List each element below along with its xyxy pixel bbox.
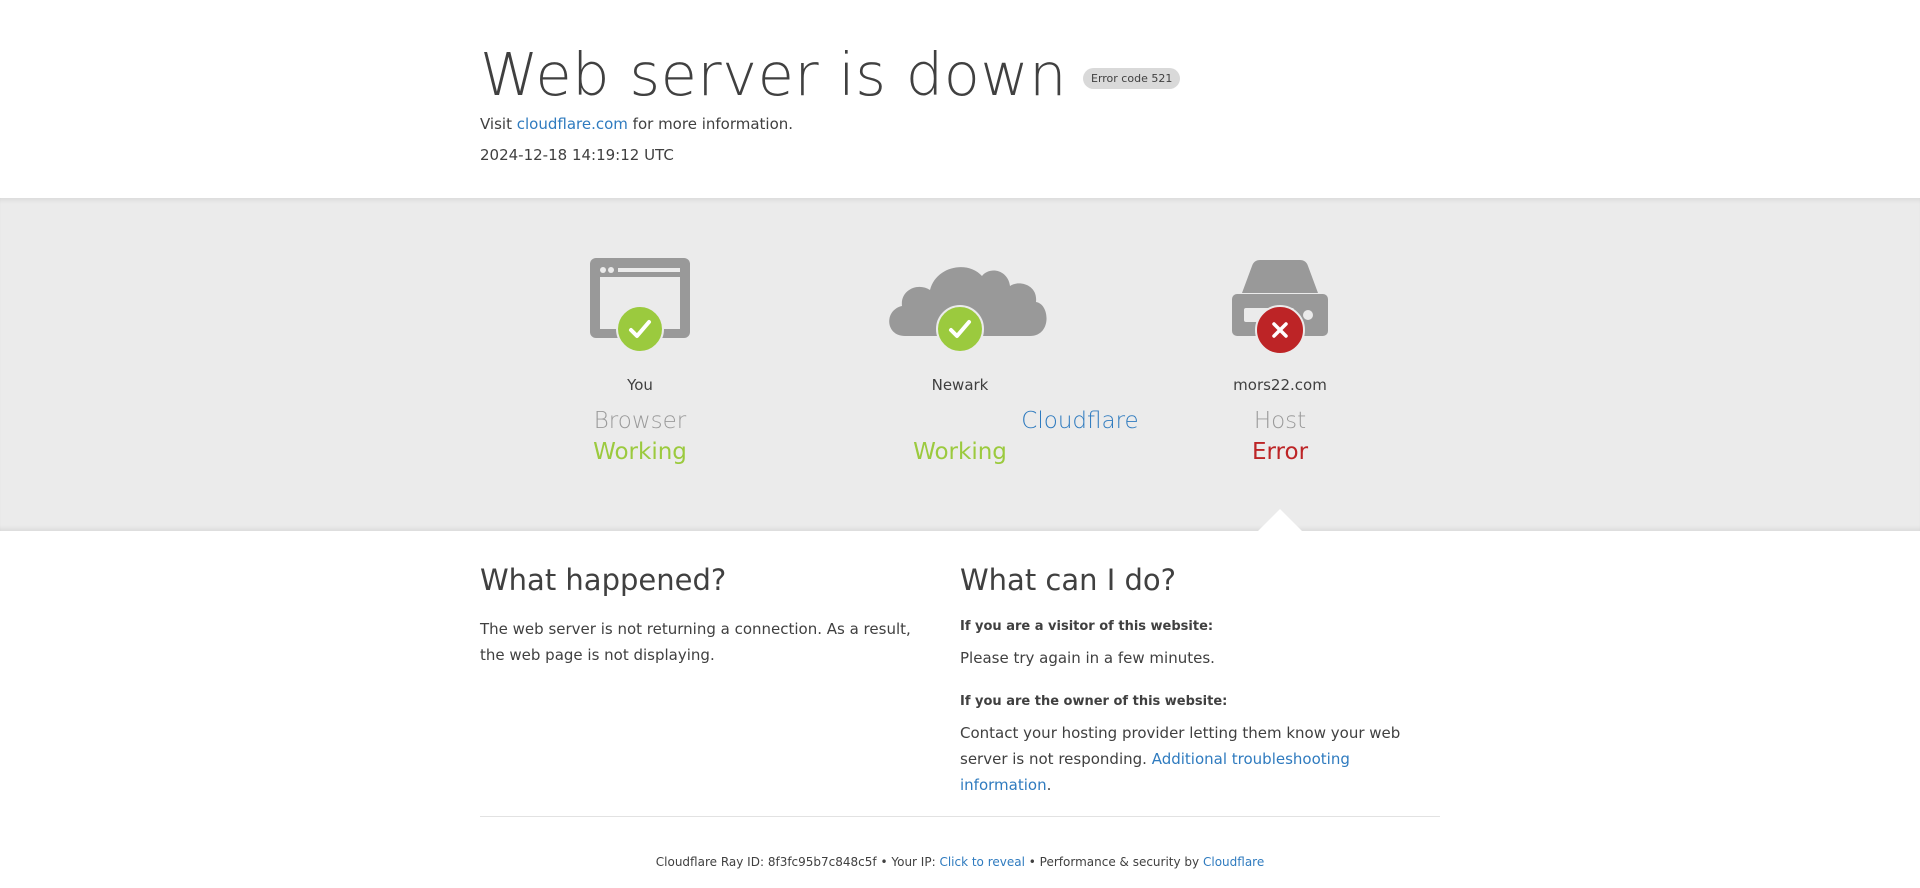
- status-state: Error: [1251, 439, 1309, 465]
- what-can-i-do-section: What can I do? If you are a visitor of t…: [960, 560, 1440, 798]
- performance-label: Performance & security by: [1039, 855, 1200, 869]
- status-kind: Host: [1253, 408, 1307, 434]
- visit-prefix: Visit: [480, 115, 512, 133]
- visit-line: Visit cloudflare.com for more informatio…: [480, 114, 1440, 134]
- what-happened-heading: What happened?: [480, 563, 727, 597]
- status-kind: Browser: [593, 408, 687, 434]
- timestamp: 2024-12-18 14:19:12 UTC: [480, 146, 674, 164]
- visit-suffix: for more information.: [632, 115, 794, 133]
- status-band: You Browser Working Newark Cloudflare Wo…: [0, 198, 1920, 531]
- owner-body-paragraph: Contact your hosting provider letting th…: [960, 720, 1440, 798]
- status-node-cloudflare: Newark Cloudflare Working: [840, 198, 1139, 465]
- status-location: mors22.com: [1233, 376, 1327, 394]
- check-icon: [616, 305, 664, 353]
- title-row: Web server is down Error code 521: [480, 40, 1440, 110]
- check-icon: [936, 305, 984, 353]
- reveal-ip-button[interactable]: Click to reveal: [939, 855, 1025, 869]
- separator: •: [880, 855, 888, 869]
- error-pointer: [1258, 509, 1302, 531]
- owner-body-period: .: [1046, 776, 1052, 794]
- owner-heading: If you are the owner of this website:: [960, 694, 1228, 709]
- cloudflare-footer-link[interactable]: Cloudflare: [1203, 855, 1264, 869]
- status-location: Newark: [931, 376, 989, 394]
- visitor-heading: If you are a visitor of this website:: [960, 619, 1214, 634]
- status-node-host: mors22.com Host Error: [1160, 198, 1400, 465]
- status-state: Working: [913, 439, 1007, 465]
- ray-id: 8f3fc95b7c848c5f: [767, 855, 877, 869]
- status-state: Working: [593, 439, 687, 465]
- what-can-i-do-heading: What can I do?: [960, 563, 1177, 597]
- error-code-badge: Error code 521: [1083, 67, 1181, 89]
- visitor-body: Please try again in a few minutes.: [960, 649, 1215, 667]
- what-happened-body: The web server is not returning a connec…: [480, 620, 911, 664]
- cloudflare-link[interactable]: cloudflare.com: [517, 115, 628, 133]
- status-node-browser: You Browser Working: [520, 198, 760, 465]
- ray-label: Cloudflare Ray ID:: [655, 855, 764, 869]
- x-icon: [1255, 305, 1305, 355]
- page-title: Web server is down: [480, 40, 1067, 109]
- separator: •: [1028, 855, 1036, 869]
- status-location: You: [627, 376, 653, 394]
- page-header: Web server is down Error code 521 Visit …: [0, 0, 1920, 198]
- ip-label: Your IP:: [891, 855, 936, 869]
- what-happened-section: What happened? The web server is not ret…: [480, 560, 920, 668]
- footer: Cloudflare Ray ID: 8f3fc95b7c848c5f • Yo…: [0, 855, 1920, 869]
- footer-divider: [480, 816, 1440, 817]
